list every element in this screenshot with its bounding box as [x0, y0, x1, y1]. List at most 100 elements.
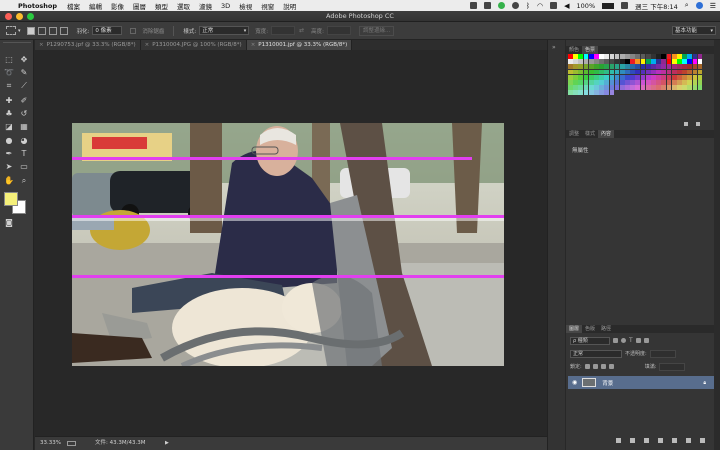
- swatch-cell[interactable]: [666, 54, 672, 59]
- style-select[interactable]: 正常: [199, 26, 250, 35]
- swatch-cell[interactable]: [593, 54, 599, 59]
- swatch-cell[interactable]: [687, 59, 693, 64]
- swatch-cell[interactable]: [619, 59, 625, 64]
- blur-tool-icon[interactable]: ●: [3, 135, 15, 147]
- swatch-cell[interactable]: [661, 85, 667, 90]
- swatch-cell[interactable]: [573, 59, 578, 64]
- swatch-cell[interactable]: [682, 54, 687, 59]
- swatch-cell[interactable]: [630, 90, 635, 95]
- path-select-tool-icon[interactable]: ➤: [3, 161, 15, 173]
- swatch-cell[interactable]: [625, 69, 630, 75]
- tab-document-2[interactable]: × P1310004.JPG @ 100% (RGB/8*): [140, 40, 247, 50]
- menu-help[interactable]: 說明: [283, 1, 296, 11]
- swatch-cell[interactable]: [640, 59, 646, 64]
- tab-styles[interactable]: 樣式: [582, 130, 598, 138]
- layer-row-background[interactable]: ◉ 背景 🔒︎: [568, 376, 714, 389]
- swatch-cell[interactable]: [661, 69, 667, 75]
- blend-mode-select[interactable]: 正常: [570, 349, 622, 358]
- tab-color[interactable]: 顏色: [566, 46, 582, 54]
- panel-collapse-strip[interactable]: »: [547, 40, 565, 450]
- lock-pixels-icon[interactable]: [592, 364, 598, 369]
- swatch-cell[interactable]: [583, 74, 589, 80]
- swatch-cell[interactable]: [671, 64, 677, 70]
- swatch-cell[interactable]: [656, 79, 661, 85]
- swatch-cell[interactable]: [656, 64, 661, 70]
- tab-document-1[interactable]: × P1290753.jpf @ 33.3% (RGB/8*): [35, 40, 141, 50]
- swatch-cell[interactable]: [620, 90, 625, 95]
- swatch-cell[interactable]: [651, 85, 656, 90]
- chevron-down-icon[interactable]: ▾: [18, 28, 21, 34]
- swatch-cell[interactable]: [666, 69, 672, 75]
- swatch-cell[interactable]: [687, 85, 693, 90]
- swatch-cell[interactable]: [661, 79, 667, 85]
- swatch-cell[interactable]: [619, 79, 625, 85]
- quick-select-tool-icon[interactable]: ✎: [18, 67, 30, 79]
- swatch-cell[interactable]: [671, 74, 677, 80]
- swatch-cell[interactable]: [630, 64, 636, 70]
- user-icon[interactable]: [695, 2, 703, 9]
- swatch-cell[interactable]: [630, 59, 636, 64]
- document-image[interactable]: [72, 123, 504, 366]
- swatch-cell[interactable]: [599, 85, 604, 90]
- swatch-cell[interactable]: [609, 64, 615, 70]
- battery-icon[interactable]: [602, 2, 615, 9]
- type-tool-icon[interactable]: T: [18, 148, 30, 160]
- swatch-cell[interactable]: [588, 59, 594, 64]
- refine-edge-button[interactable]: 調整邊緣...: [359, 25, 395, 36]
- menu-edit[interactable]: 編輯: [89, 1, 102, 11]
- menu-image[interactable]: 影像: [111, 1, 124, 11]
- swatch-cell[interactable]: [599, 69, 604, 75]
- swatch-cell[interactable]: [619, 74, 625, 80]
- swatch-cell[interactable]: [635, 74, 641, 80]
- swatch-cell[interactable]: [568, 54, 573, 59]
- swatch-cell[interactable]: [604, 69, 610, 75]
- filter-pixel-icon[interactable]: [613, 338, 618, 343]
- swatch-cell[interactable]: [676, 59, 682, 64]
- close-tab-icon[interactable]: ×: [251, 42, 256, 48]
- camera-icon[interactable]: [469, 2, 477, 9]
- link-layers-icon[interactable]: [616, 438, 621, 443]
- swatch-cell[interactable]: [641, 90, 646, 95]
- new-group-icon[interactable]: [672, 438, 677, 443]
- swatch-cell[interactable]: [635, 79, 641, 85]
- volume-icon[interactable]: ◀: [564, 2, 569, 10]
- swatch-cell[interactable]: [604, 54, 610, 59]
- swatch-cell[interactable]: [687, 90, 692, 95]
- menu-view[interactable]: 檢視: [239, 1, 252, 11]
- swatch-cell[interactable]: [661, 54, 667, 59]
- app-menu[interactable]: Photoshop: [18, 2, 57, 10]
- media-icon[interactable]: [483, 2, 491, 9]
- swatch-cell[interactable]: [667, 90, 672, 95]
- swatch-cell[interactable]: [588, 74, 594, 80]
- swatch-cell[interactable]: [687, 74, 693, 80]
- line-icon[interactable]: [497, 2, 505, 9]
- swatch-cell[interactable]: [697, 79, 703, 85]
- kind-filter-select[interactable]: ρ 種類: [570, 336, 610, 345]
- opacity-input[interactable]: [649, 349, 676, 358]
- swatch-cell[interactable]: [614, 69, 620, 75]
- swatch-cell[interactable]: [614, 79, 620, 85]
- swatch-cell[interactable]: [568, 79, 573, 85]
- swatch-cell[interactable]: [651, 79, 656, 85]
- swatch-cell[interactable]: [599, 64, 604, 70]
- swatch-cell[interactable]: [604, 59, 610, 64]
- swatch-cell[interactable]: [640, 64, 646, 70]
- swatch-cell[interactable]: [671, 85, 677, 90]
- swatch-cell[interactable]: [625, 54, 630, 59]
- swatch-cell[interactable]: [573, 90, 578, 96]
- history-brush-tool-icon[interactable]: ↺: [18, 108, 30, 120]
- swatch-cell[interactable]: [661, 74, 667, 80]
- swatch-cell[interactable]: [578, 90, 584, 96]
- swatch-cell[interactable]: [697, 54, 703, 59]
- swatch-cell[interactable]: [625, 79, 630, 85]
- swatch-cell[interactable]: [593, 85, 599, 90]
- lock-position-icon[interactable]: [600, 364, 606, 369]
- menu-type[interactable]: 類型: [155, 1, 168, 11]
- swatch-cell[interactable]: [671, 79, 677, 85]
- swatch-cell[interactable]: [609, 59, 615, 64]
- zoom-tool-icon[interactable]: ⌕: [18, 175, 30, 187]
- swatch-cell[interactable]: [687, 79, 693, 85]
- swatch-cell[interactable]: [656, 90, 661, 95]
- tab-paths[interactable]: 路徑: [598, 325, 614, 333]
- swatch-cell[interactable]: [593, 59, 599, 64]
